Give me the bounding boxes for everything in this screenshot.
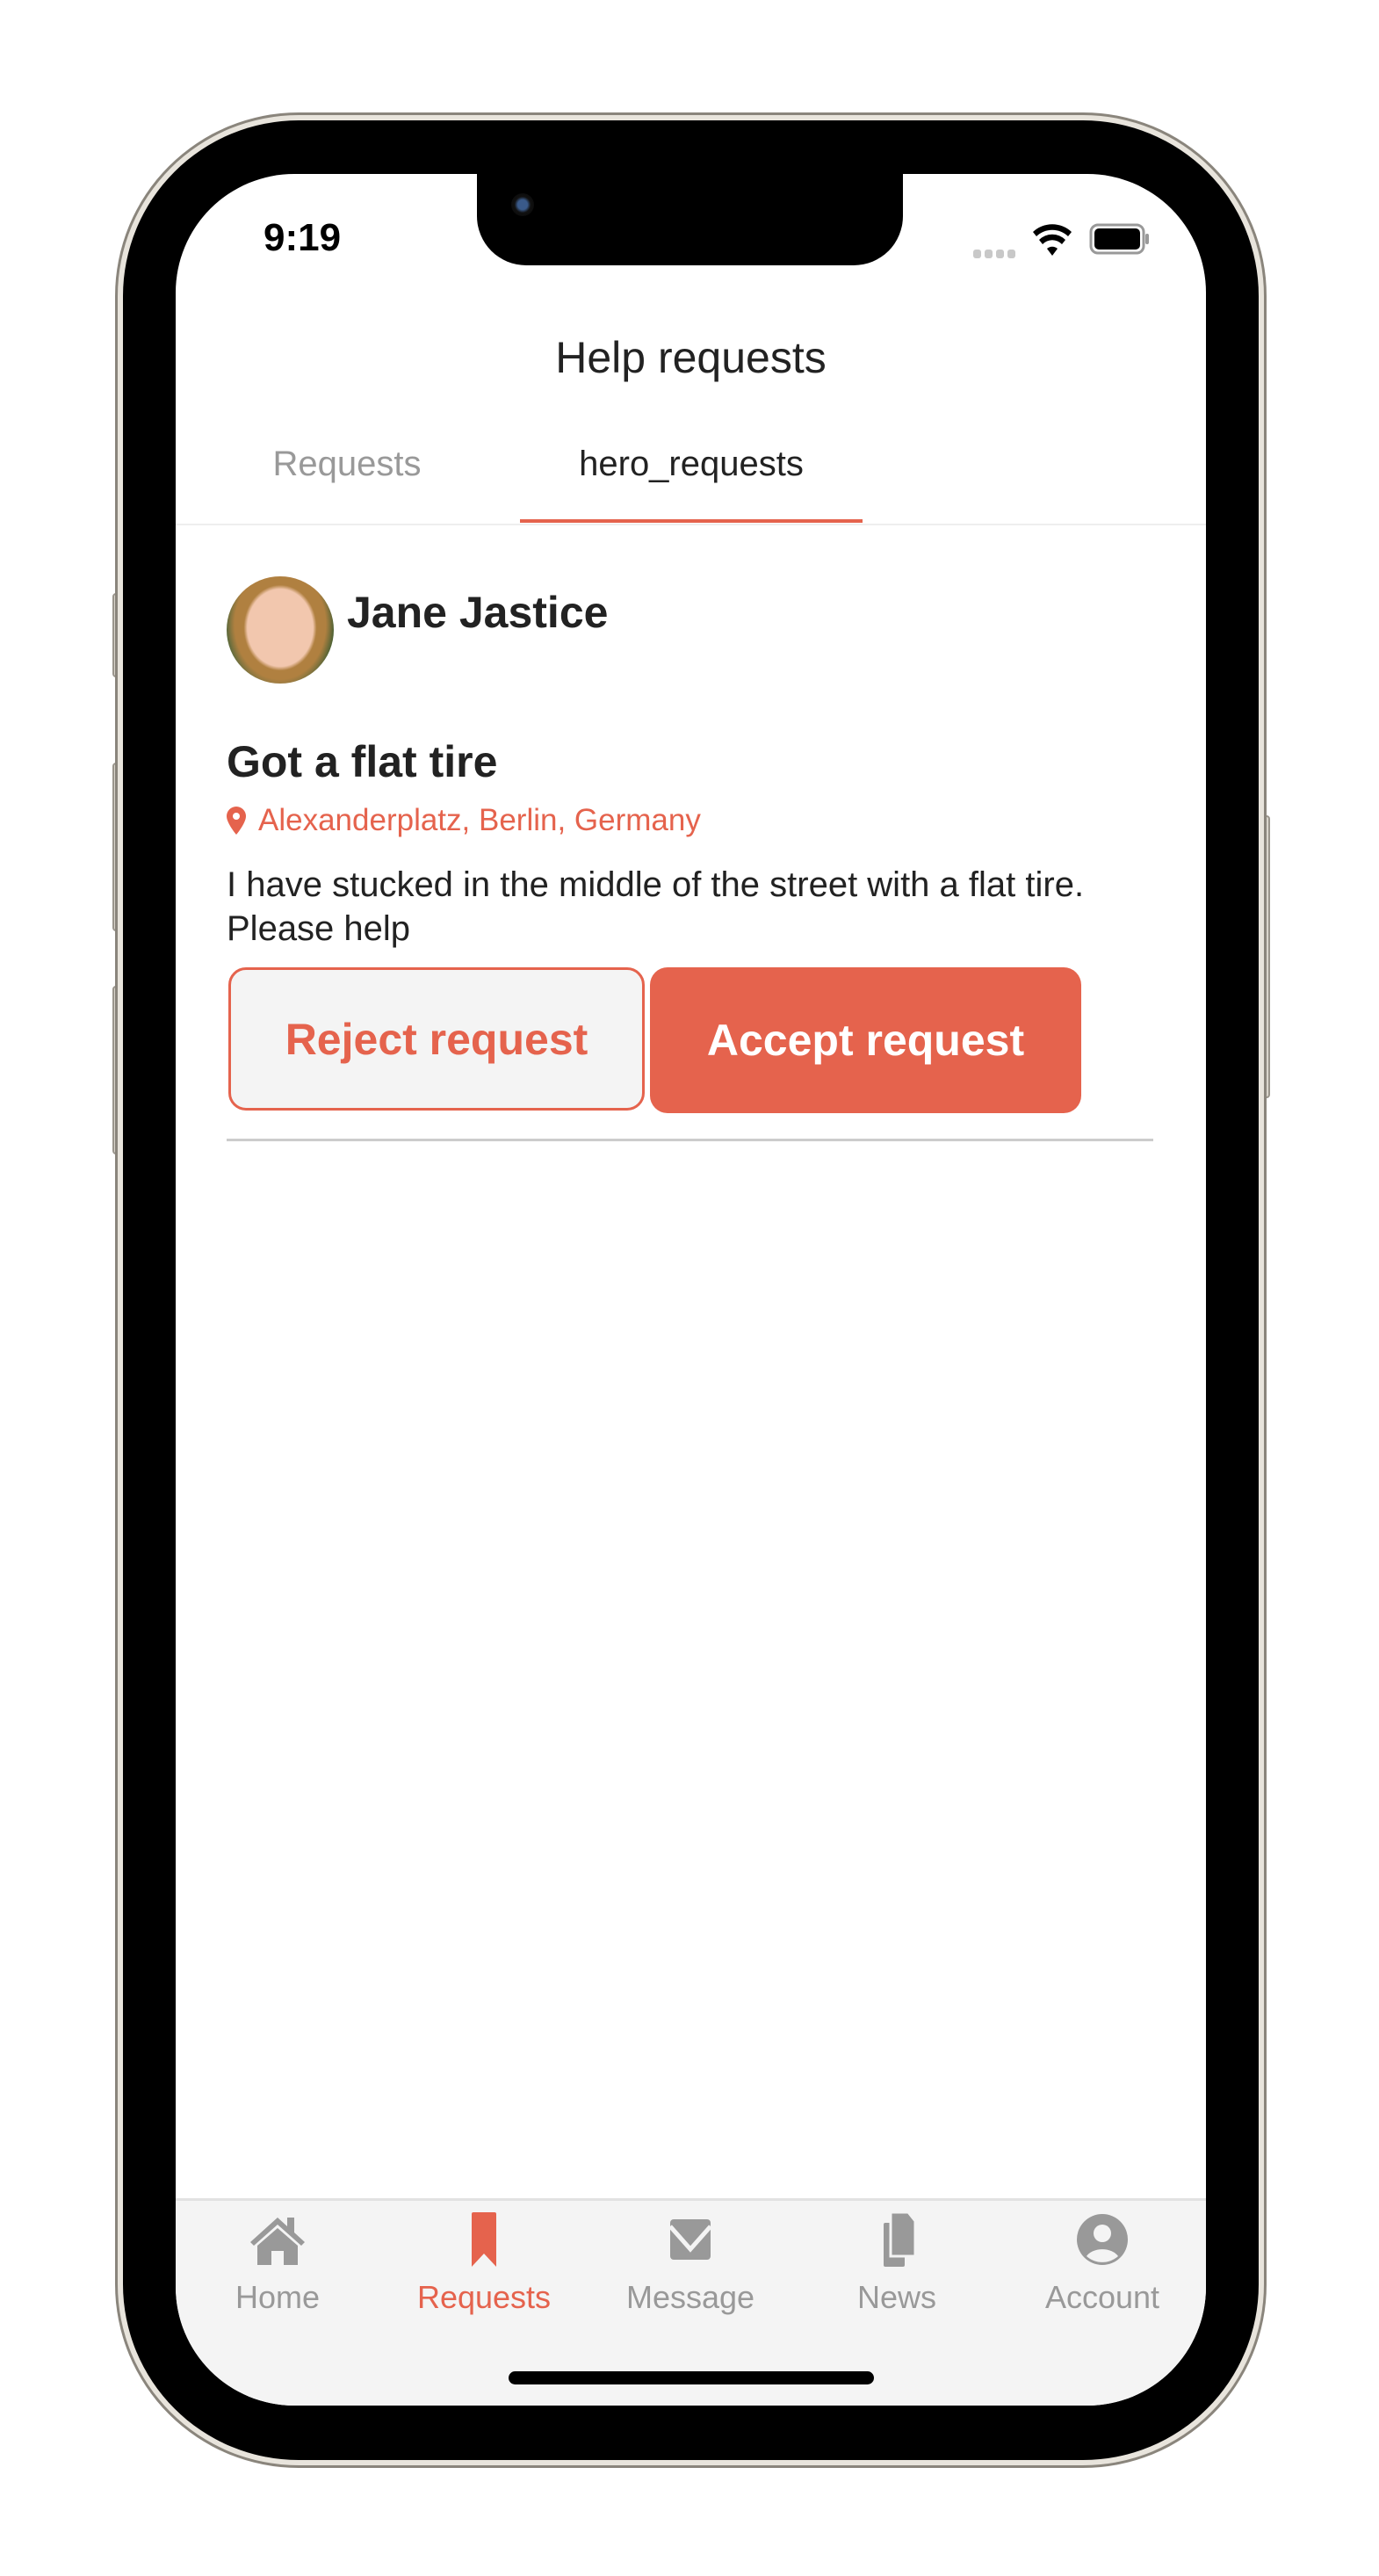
request-description: I have stucked in the middle of the stre…: [227, 865, 1085, 948]
page-title: Help requests: [555, 333, 827, 382]
location-text: Alexanderplatz, Berlin, Germany: [258, 803, 701, 837]
nav-message[interactable]: Message: [589, 2212, 791, 2316]
envelope-icon: [668, 2219, 712, 2260]
map-pin-icon: [227, 807, 246, 835]
request-divider: [227, 1139, 1153, 1141]
nav-requests-label: Requests: [416, 2279, 552, 2315]
documents-icon: [884, 2212, 917, 2267]
avatar: [227, 576, 334, 684]
nav-news[interactable]: News: [796, 2212, 998, 2316]
active-tab-indicator: [520, 519, 863, 523]
user-circle-icon: [1077, 2214, 1128, 2265]
user-name: Jane Jastice: [347, 588, 609, 637]
screen: 9:19 Help requests Requests hero_request…: [176, 174, 1206, 2406]
tab-requests[interactable]: Requests: [176, 445, 518, 484]
tab-hero-requests[interactable]: hero_requests: [520, 445, 863, 484]
wifi-icon: [1032, 222, 1072, 262]
accept-request-button[interactable]: Accept request: [650, 967, 1081, 1113]
home-icon: [250, 2218, 305, 2265]
nav-home[interactable]: Home: [177, 2212, 379, 2316]
bookmark-icon: [472, 2212, 496, 2267]
power-button: [1258, 815, 1270, 1098]
signal-icon: [973, 248, 1019, 264]
nav-message-label: Message: [625, 2279, 755, 2315]
request-location: Alexanderplatz, Berlin, Germany: [227, 803, 701, 838]
status-time: 9:19: [264, 216, 342, 259]
nav-account[interactable]: Account: [1001, 2212, 1203, 2316]
tabs-divider: [176, 524, 1206, 525]
nav-home-label: Home: [235, 2279, 321, 2315]
request-title: Got a flat tire: [227, 737, 498, 786]
front-camera: [511, 193, 534, 216]
home-indicator[interactable]: [509, 2371, 874, 2384]
notch: [477, 174, 903, 265]
battery-icon: [1089, 223, 1151, 259]
nav-requests[interactable]: Requests: [383, 2212, 585, 2316]
nav-account-label: Account: [1044, 2279, 1160, 2315]
nav-news-label: News: [856, 2279, 937, 2315]
reject-request-button[interactable]: Reject request: [228, 967, 645, 1111]
